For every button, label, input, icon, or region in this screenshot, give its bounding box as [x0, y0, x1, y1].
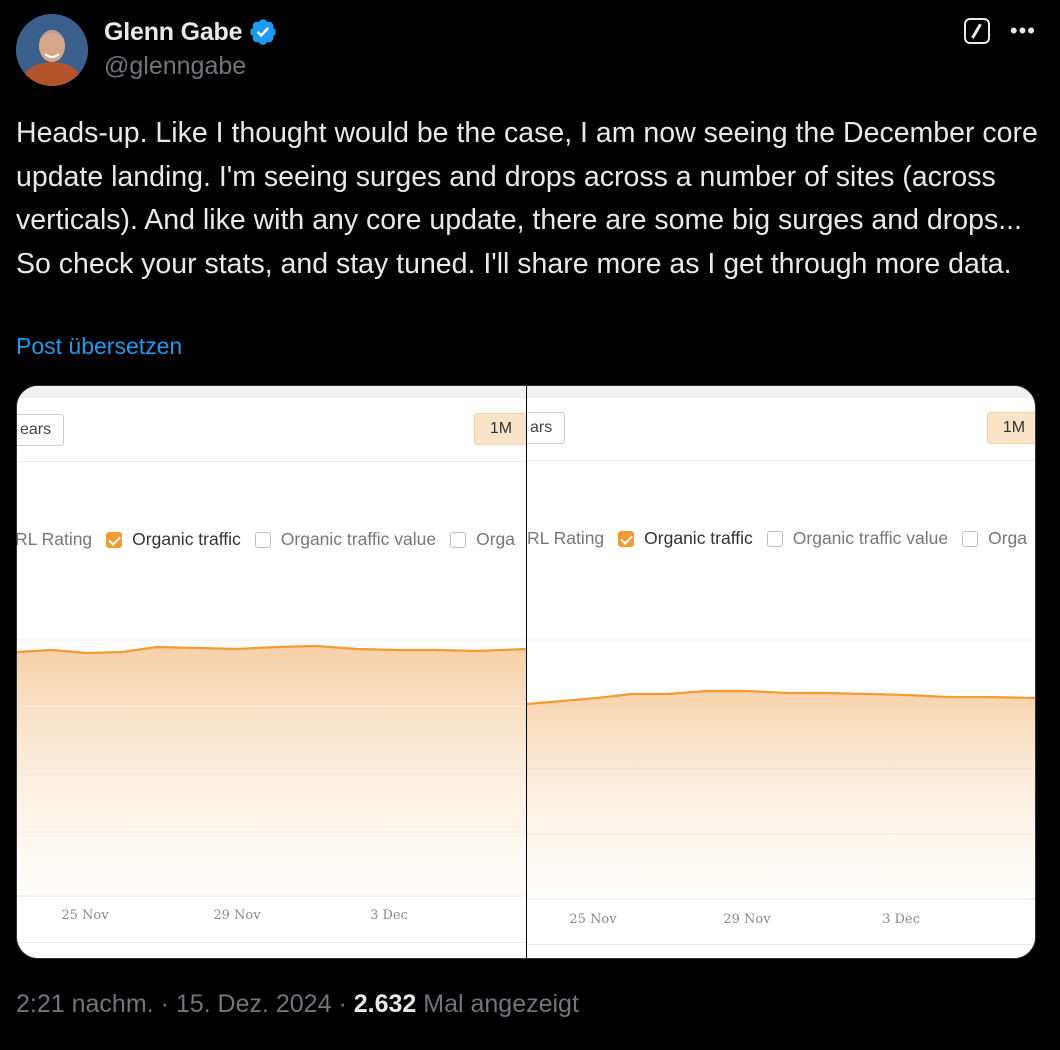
post-meta: 2:21 nachm. · 15. Dez. 2024 · 2.632 Mal … — [16, 990, 579, 1019]
x-tick-label: 29 Nov — [723, 912, 771, 927]
post-time[interactable]: 2:21 nachm. — [16, 990, 154, 1018]
divider-line — [17, 942, 526, 943]
chart-screenshot-left: ears 1M RL Rating Organic traffic Organi… — [17, 386, 526, 958]
x-tick-label: 25 Nov — [569, 912, 617, 927]
divider-line — [527, 944, 1035, 945]
chart-screenshot-right: ars 1M RL Rating Organic traffic Organic… — [527, 386, 1035, 958]
views-count: 2.632 — [353, 990, 417, 1018]
author-name-row: Glenn Gabe — [104, 16, 278, 48]
post-text: Heads-up. Like I thought would be the ca… — [16, 117, 1038, 280]
x-tick-label: 3 Dec — [882, 912, 920, 927]
traffic-area-chart — [17, 639, 526, 897]
post-header-actions: ••• — [963, 18, 1036, 44]
traffic-area — [17, 646, 526, 896]
grok-icon[interactable] — [963, 18, 990, 44]
x-tick-label: 3 Dec — [370, 908, 408, 923]
verified-badge-icon[interactable] — [248, 17, 278, 47]
separator-dot: · — [338, 990, 354, 1018]
views-label: Mal angezeigt — [423, 990, 579, 1018]
avatar-photo-icon — [16, 14, 88, 86]
x-tick-label: 29 Nov — [213, 908, 261, 923]
traffic-area — [527, 691, 1035, 899]
post-date[interactable]: 15. Dez. 2024 — [176, 990, 332, 1018]
author-handle[interactable]: @glenngabe — [104, 52, 246, 81]
post-media[interactable]: ears 1M RL Rating Organic traffic Organi… — [16, 385, 1036, 959]
author-name[interactable]: Glenn Gabe — [104, 18, 243, 47]
translate-link[interactable]: Post übersetzen — [16, 333, 182, 360]
traffic-area-chart — [527, 639, 1035, 900]
more-icon[interactable]: ••• — [1010, 20, 1036, 42]
separator-dot: · — [160, 990, 176, 1018]
x-tick-label: 25 Nov — [61, 908, 109, 923]
avatar[interactable] — [16, 14, 88, 86]
